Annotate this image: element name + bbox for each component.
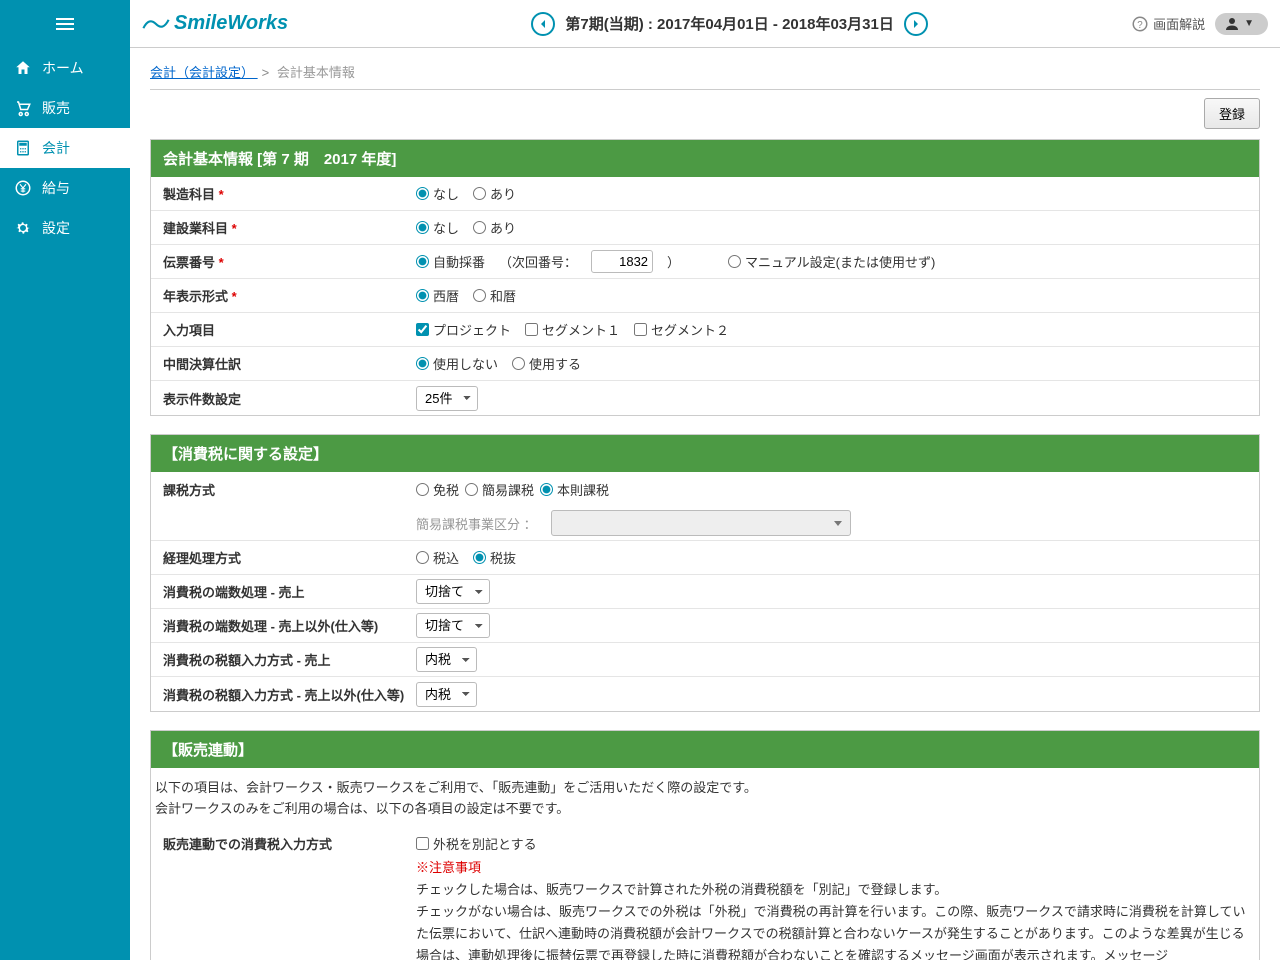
yen-icon xyxy=(14,179,32,197)
radio-kazei-menzei[interactable]: 免税 xyxy=(416,480,459,499)
radio-chukan-no[interactable]: 使用しない xyxy=(416,354,498,373)
note-body: チェックした場合は、販売ワークスで計算された外税の消費税額を「別記」で登録します… xyxy=(416,879,1247,960)
check-segment2[interactable]: セグメント２ xyxy=(634,320,729,339)
select-hasu-other[interactable]: 切捨て xyxy=(416,613,490,638)
breadcrumb-sep: > xyxy=(262,65,270,80)
select-zeigaku-uriage[interactable]: 内税 xyxy=(416,647,477,672)
help-link[interactable]: ? 画面解説 xyxy=(1131,14,1205,33)
period-nav: 第7期(当期) : 2017年04月01日 - 2018年03月31日 xyxy=(328,12,1131,36)
period-prev[interactable] xyxy=(531,12,555,36)
sidebar-item-sales[interactable]: 販売 xyxy=(0,88,130,128)
panel-header: 会計基本情報 [第 7 期 2017 年度] xyxy=(151,140,1259,177)
breadcrumb-link[interactable]: 会計（会計設定） xyxy=(150,65,258,80)
radio-kensetsu-ari[interactable]: あり xyxy=(473,218,516,237)
topbar: SmileWorks 第7期(当期) : 2017年04月01日 - 2018年… xyxy=(130,0,1280,48)
period-text: 第7期(当期) : 2017年04月01日 - 2018年03月31日 xyxy=(565,13,893,34)
help-icon: ? xyxy=(1131,15,1149,33)
label-keiri: 経理処理方式 xyxy=(151,548,416,567)
select-zeigaku-other[interactable]: 内税 xyxy=(416,682,477,707)
radio-kazei-kani[interactable]: 簡易課税 xyxy=(465,480,534,499)
breadcrumb-current: 会計基本情報 xyxy=(277,65,355,80)
cart-icon xyxy=(14,99,32,117)
label-hasu-uriage: 消費税の端数処理 - 売上 xyxy=(151,582,416,601)
panel-header: 【消費税に関する設定】 xyxy=(151,435,1259,472)
label-sales-tax: 販売連動での消費税入力方式 xyxy=(151,834,416,853)
radio-denpyo-manual[interactable]: マニュアル設定(または使用せず) xyxy=(728,252,935,271)
radio-keiri-zeinuki[interactable]: 税抜 xyxy=(473,548,516,567)
radio-chukan-yes[interactable]: 使用する xyxy=(512,354,581,373)
chevron-right-icon xyxy=(911,19,921,29)
sidebar-item-home[interactable]: ホーム xyxy=(0,48,130,88)
period-next[interactable] xyxy=(904,12,928,36)
check-project[interactable]: プロジェクト xyxy=(416,320,511,339)
radio-kensetsu-nashi[interactable]: なし xyxy=(416,218,459,237)
select-kensu[interactable]: 25件 xyxy=(416,386,478,411)
panel-sales-link: 【販売連動】 以下の項目は、会計ワークス・販売ワークスをご利用で、「販売連動」を… xyxy=(150,730,1260,960)
sidebar-item-label: 販売 xyxy=(42,98,70,118)
panel-header: 【販売連動】 xyxy=(151,731,1259,768)
content: 会計（会計設定） > 会計基本情報 登録 会計基本情報 [第 7 期 2017 … xyxy=(130,48,1280,960)
label-zeigaku-uriage: 消費税の税額入力方式 - 売上 xyxy=(151,650,416,669)
next-num-post: ） xyxy=(667,252,680,271)
check-gaizei-bekki[interactable]: 外税を別記とする xyxy=(416,834,1247,853)
gear-icon xyxy=(14,219,32,237)
menu-icon xyxy=(53,12,77,36)
next-num-pre: （次回番号： xyxy=(499,252,577,271)
label-zeigaku-other: 消費税の税額入力方式 - 売上以外(仕入等) xyxy=(151,685,416,704)
label-hasu-other: 消費税の端数処理 - 売上以外(仕入等) xyxy=(151,616,416,635)
label-denpyo: 伝票番号 xyxy=(163,255,215,270)
select-kani-disabled xyxy=(551,510,851,536)
panel-tax: 【消費税に関する設定】 課税方式 免税 簡易課税 本則課税 簡易課税事業区分 xyxy=(150,434,1260,712)
label-kensetsu: 建設業科目 xyxy=(163,221,228,236)
desc-line1: 以下の項目は、会計ワークス・販売ワークスをご利用で、「販売連動」をご活用いただく… xyxy=(155,778,1255,799)
label-kazei: 課税方式 xyxy=(151,480,416,499)
chevron-left-icon xyxy=(538,19,548,29)
sidebar-item-accounting[interactable]: 会計 xyxy=(0,128,130,168)
select-hasu-uriage[interactable]: 切捨て xyxy=(416,579,490,604)
sidebar-item-payroll[interactable]: 給与 xyxy=(0,168,130,208)
svg-text:?: ? xyxy=(1137,19,1143,30)
breadcrumb: 会計（会計設定） > 会計基本情報 xyxy=(150,58,1260,90)
sidebar-item-label: 給与 xyxy=(42,178,70,198)
sidebar: ホーム 販売 会計 給与 設定 xyxy=(0,0,130,960)
label-year: 年表示形式 xyxy=(163,289,228,304)
radio-denpyo-auto[interactable]: 自動採番 xyxy=(416,252,485,271)
brand-name: SmileWorks xyxy=(174,12,288,35)
label-seizo: 製造科目 xyxy=(163,187,215,202)
desc-line2: 会計ワークスのみをご利用の場合は、以下の各項目の設定は不要です。 xyxy=(155,799,1255,820)
calculator-icon xyxy=(14,139,32,157)
radio-keiri-zeikomi[interactable]: 税込 xyxy=(416,548,459,567)
sidebar-item-label: 会計 xyxy=(42,138,70,158)
label-kani: 簡易課税事業区分 ： xyxy=(416,514,537,533)
help-label: 画面解説 xyxy=(1153,14,1205,33)
logo-icon xyxy=(142,14,170,34)
user-icon xyxy=(1223,15,1241,33)
radio-seizo-ari[interactable]: あり xyxy=(473,184,516,203)
sidebar-item-label: ホーム xyxy=(42,58,84,78)
radio-kazei-honsoku[interactable]: 本則課税 xyxy=(540,480,609,499)
sidebar-item-settings[interactable]: 設定 xyxy=(0,208,130,248)
user-menu[interactable]: ▼ xyxy=(1215,13,1268,35)
radio-year-wareki[interactable]: 和暦 xyxy=(473,286,516,305)
label-input: 入力項目 xyxy=(151,320,416,339)
sidebar-item-label: 設定 xyxy=(42,218,70,238)
next-number-input[interactable] xyxy=(591,250,653,273)
label-kensu: 表示件数設定 xyxy=(151,389,416,408)
hamburger-menu[interactable] xyxy=(0,0,130,48)
label-chukan: 中間決算仕訳 xyxy=(151,354,416,373)
logo[interactable]: SmileWorks xyxy=(142,12,288,35)
register-button[interactable]: 登録 xyxy=(1204,98,1260,129)
home-icon xyxy=(14,59,32,77)
panel-basic-info: 会計基本情報 [第 7 期 2017 年度] 製造科目 * なし あり 建設業科… xyxy=(150,139,1260,416)
check-segment1[interactable]: セグメント１ xyxy=(525,320,620,339)
radio-year-seireki[interactable]: 西暦 xyxy=(416,286,459,305)
note-title: ※注意事項 xyxy=(416,857,1247,879)
radio-seizo-nashi[interactable]: なし xyxy=(416,184,459,203)
